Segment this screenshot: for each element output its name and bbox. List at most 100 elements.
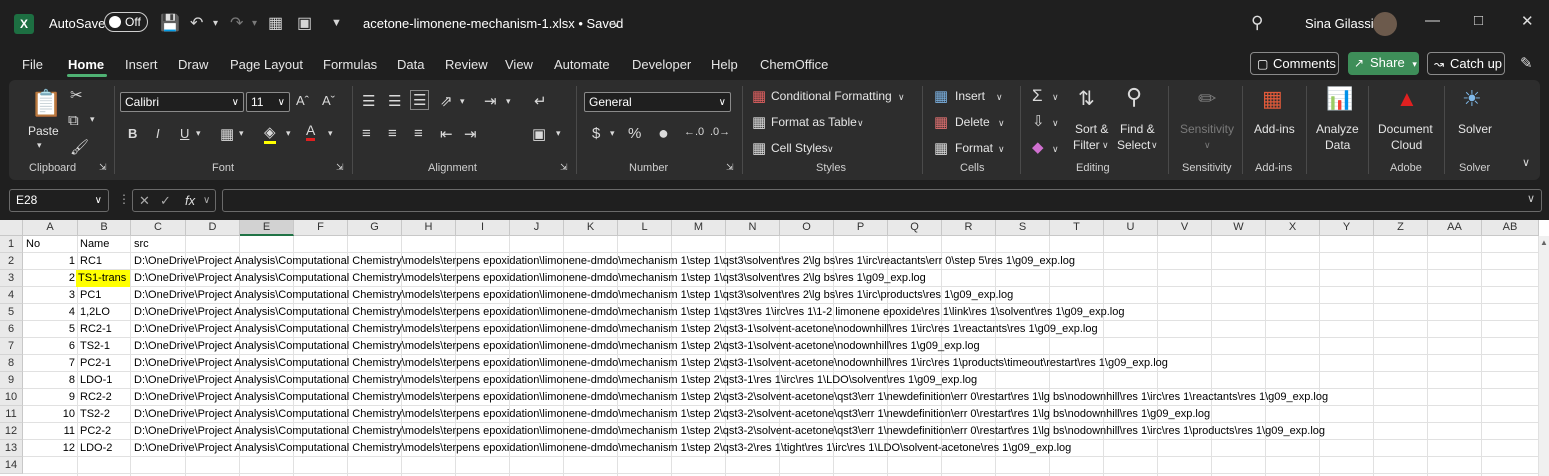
- font-color-icon[interactable]: A: [306, 122, 316, 141]
- cell-header-name[interactable]: Name: [80, 236, 109, 253]
- add-ins-icon[interactable]: ▦: [1262, 86, 1283, 112]
- fill-color-icon[interactable]: ◈: [264, 123, 276, 144]
- sort-chevron-icon[interactable]: ∨: [1102, 140, 1109, 151]
- select-all-corner[interactable]: [0, 220, 23, 236]
- delete-cells-button[interactable]: Delete: [955, 115, 990, 129]
- delete-cells-icon[interactable]: ▦: [934, 113, 948, 131]
- tab-help[interactable]: Help: [711, 57, 738, 72]
- column-header-o[interactable]: O: [780, 220, 834, 236]
- find-select-label-1[interactable]: Find &: [1120, 122, 1155, 136]
- align-middle-icon[interactable]: ☰: [388, 92, 401, 110]
- column-header-l[interactable]: L: [618, 220, 672, 236]
- format-cells-button[interactable]: Format: [955, 141, 993, 155]
- analyze-data-label-1[interactable]: Analyze: [1316, 122, 1359, 136]
- sensitivity-icon[interactable]: ✏: [1198, 86, 1216, 112]
- number-launcher-icon[interactable]: ⇲: [726, 162, 734, 173]
- document-cloud-icon[interactable]: ▲: [1396, 86, 1418, 112]
- cell-src[interactable]: D:\OneDrive\Project Analysis\Computation…: [134, 304, 1125, 321]
- indent-icon[interactable]: ⇥: [484, 92, 497, 110]
- cell-src[interactable]: D:\OneDrive\Project Analysis\Computation…: [134, 287, 1013, 304]
- cut-icon[interactable]: ✂: [70, 86, 83, 104]
- cell-no[interactable]: 8: [23, 372, 75, 389]
- column-header-e[interactable]: E: [240, 220, 294, 236]
- column-header-f[interactable]: F: [294, 220, 348, 236]
- cell-no[interactable]: 4: [23, 304, 75, 321]
- cell-no[interactable]: 12: [23, 440, 75, 457]
- decrease-decimal-icon[interactable]: .0→: [710, 126, 730, 138]
- row-header-9[interactable]: 9: [0, 372, 23, 389]
- column-header-r[interactable]: R: [942, 220, 996, 236]
- catch-up-button[interactable]: ↝ Catch up: [1427, 52, 1505, 75]
- underline-icon[interactable]: U: [180, 126, 189, 141]
- tab-automate[interactable]: Automate: [554, 57, 610, 72]
- save-icon[interactable]: 💾: [160, 13, 180, 33]
- cell-name[interactable]: LDO-1: [80, 372, 112, 389]
- sort-filter-icon[interactable]: ⇅: [1078, 86, 1095, 111]
- tab-file[interactable]: File: [22, 57, 43, 72]
- cell-header-no[interactable]: No: [26, 236, 40, 253]
- cell-no[interactable]: 5: [23, 321, 75, 338]
- tab-draw[interactable]: Draw: [178, 57, 208, 72]
- search-icon[interactable]: ⚲: [1251, 13, 1263, 33]
- wrap-text-icon[interactable]: ↵: [534, 92, 547, 110]
- solver-icon[interactable]: ☀: [1462, 86, 1482, 112]
- redo-dropdown-icon[interactable]: ▾: [252, 18, 257, 29]
- column-header-h[interactable]: H: [402, 220, 456, 236]
- tab-page-layout[interactable]: Page Layout: [230, 57, 303, 72]
- row-header-8[interactable]: 8: [0, 355, 23, 372]
- column-header-d[interactable]: D: [186, 220, 240, 236]
- currency-icon[interactable]: $: [592, 125, 600, 142]
- column-header-aa[interactable]: AA: [1428, 220, 1482, 236]
- cell-name[interactable]: LDO-2: [80, 440, 112, 457]
- cell-no[interactable]: 2: [23, 270, 75, 287]
- cell-src[interactable]: D:\OneDrive\Project Analysis\Computation…: [134, 440, 1071, 457]
- row-header-3[interactable]: 3: [0, 270, 23, 287]
- worksheet-grid[interactable]: A B C D E F G H I J K L M N O P Q R S T U V W X Y Z AA AB 1 2 3 4 5 6 7 8 9 1…: [0, 220, 1549, 476]
- row-header-12[interactable]: 12: [0, 423, 23, 440]
- format-as-table-button[interactable]: Format as Table: [771, 115, 857, 129]
- fx-chevron-icon[interactable]: ∨: [203, 190, 210, 211]
- insert-cells-icon[interactable]: ▦: [934, 87, 948, 105]
- autosum-icon[interactable]: Σ: [1032, 86, 1043, 106]
- borders-icon[interactable]: ▦: [220, 125, 234, 143]
- paste-icon[interactable]: 📋: [30, 88, 62, 119]
- expand-formula-icon[interactable]: ∨: [1527, 192, 1535, 205]
- tab-developer[interactable]: Developer: [632, 57, 691, 72]
- share-button[interactable]: ↗ Share ▾: [1348, 52, 1419, 75]
- cell-src[interactable]: D:\OneDrive\Project Analysis\Computation…: [134, 270, 926, 287]
- minimize-icon[interactable]: —: [1425, 12, 1440, 29]
- cancel-icon[interactable]: ✕: [139, 190, 150, 211]
- column-header-u[interactable]: U: [1104, 220, 1158, 236]
- tab-data[interactable]: Data: [397, 57, 424, 72]
- clipboard-launcher-icon[interactable]: ⇲: [99, 162, 107, 173]
- decrease-indent-icon[interactable]: ⇤: [440, 125, 453, 143]
- cell-styles-chevron-icon[interactable]: ∨: [827, 144, 834, 155]
- cell-src[interactable]: D:\OneDrive\Project Analysis\Computation…: [134, 321, 1098, 338]
- fill-icon[interactable]: ⇩: [1032, 112, 1045, 130]
- copy-chevron-icon[interactable]: ▾: [90, 114, 95, 125]
- format-as-table-icon[interactable]: ▦: [752, 113, 766, 131]
- row-header-13[interactable]: 13: [0, 440, 23, 457]
- cell-no[interactable]: 3: [23, 287, 75, 304]
- font-family-select[interactable]: Calibri ∨: [120, 92, 244, 112]
- sort-filter-label-2[interactable]: Filter: [1073, 138, 1100, 152]
- cell-name[interactable]: RC1: [80, 253, 102, 270]
- undo-dropdown-icon[interactable]: ▾: [213, 18, 218, 29]
- cell-src[interactable]: D:\OneDrive\Project Analysis\Computation…: [134, 406, 1210, 423]
- format-cells-icon[interactable]: ▦: [934, 139, 948, 157]
- alignment-launcher-icon[interactable]: ⇲: [560, 162, 568, 173]
- avatar[interactable]: [1373, 12, 1397, 36]
- cell-no[interactable]: 1: [23, 253, 75, 270]
- cell-name[interactable]: PC1: [80, 287, 101, 304]
- conditional-chevron-icon[interactable]: ∨: [898, 92, 905, 103]
- column-header-n[interactable]: N: [726, 220, 780, 236]
- column-header-ab[interactable]: AB: [1482, 220, 1539, 236]
- maximize-icon[interactable]: □: [1474, 12, 1483, 29]
- form-icon[interactable]: ▣: [297, 13, 312, 33]
- close-icon[interactable]: ✕: [1521, 12, 1534, 30]
- row-header-14[interactable]: 14: [0, 457, 23, 474]
- enter-icon[interactable]: ✓: [160, 190, 171, 211]
- bold-icon[interactable]: B: [128, 126, 137, 141]
- column-header-q[interactable]: Q: [888, 220, 942, 236]
- redo-icon[interactable]: ↷: [230, 13, 243, 33]
